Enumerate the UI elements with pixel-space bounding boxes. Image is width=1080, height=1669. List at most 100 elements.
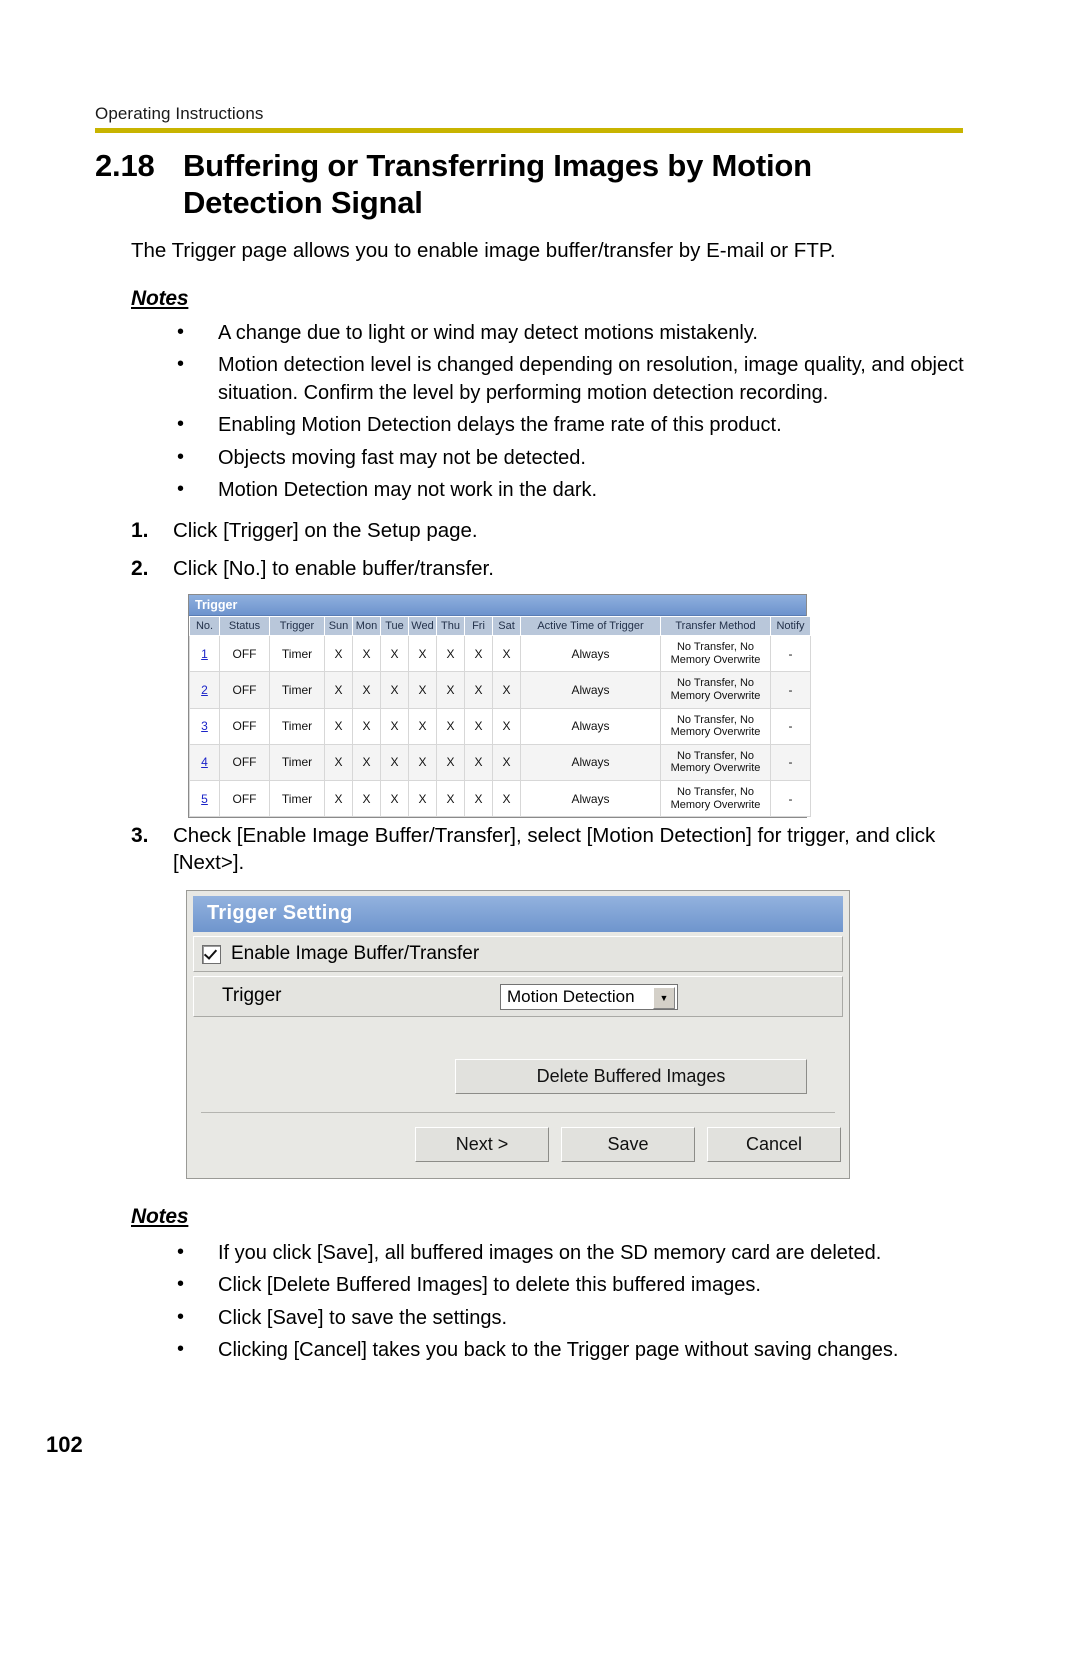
trigger-setting-title: Trigger Setting xyxy=(193,896,843,932)
row-trigger: Timer xyxy=(269,671,325,709)
trigger-select-value: Motion Detection xyxy=(507,986,635,1006)
row-sat: X xyxy=(492,634,521,673)
delete-button-area: Delete Buffered Images xyxy=(187,1017,849,1094)
row-notify: - xyxy=(770,743,811,782)
row-sun: X xyxy=(324,780,353,818)
row-wed: X xyxy=(408,780,437,818)
table-row: 1 OFF Timer X X X X X X X Always No Tran… xyxy=(189,634,811,673)
row-notify: - xyxy=(770,634,811,673)
trigger-label: Trigger xyxy=(193,976,494,1017)
row-tue: X xyxy=(380,707,409,745)
row-transfer-method: No Transfer, No Memory Overwrite xyxy=(660,707,771,745)
page-title: 2.18 Buffering or Transferring Images by … xyxy=(95,148,975,221)
list-item-text: A change due to light or wind may detect… xyxy=(218,322,758,344)
row-no-link[interactable]: 2 xyxy=(189,671,220,709)
list-item: • Click [Save] to save the settings. xyxy=(175,1305,975,1332)
row-wed: X xyxy=(408,743,437,782)
row-trigger: Timer xyxy=(269,634,325,673)
step-number: 2. xyxy=(131,557,149,580)
row-tue: X xyxy=(380,634,409,673)
step-text: Check [Enable Image Buffer/Transfer], se… xyxy=(173,824,936,875)
step-1: 1. Click [Trigger] on the Setup page. xyxy=(131,517,983,544)
notes-heading-2: Notes xyxy=(131,1205,189,1228)
row-no-link-text[interactable]: 3 xyxy=(201,719,208,733)
row-sun: X xyxy=(324,671,353,709)
list-item: • Enabling Motion Detection delays the fr… xyxy=(175,412,975,439)
row-no-link[interactable]: 3 xyxy=(189,707,220,745)
list-item-text: Objects moving fast may not be detected. xyxy=(218,446,586,469)
row-transfer-method: No Transfer, No Memory Overwrite xyxy=(660,671,771,709)
list-item: • Motion detection level is changed depen… xyxy=(175,352,975,407)
bullet-icon: • xyxy=(177,1273,185,1296)
row-tue: X xyxy=(380,743,409,782)
col-tue: Tue xyxy=(380,616,409,636)
row-notify: - xyxy=(770,780,811,818)
row-no-link-text[interactable]: 4 xyxy=(201,755,208,769)
row-fri: X xyxy=(464,671,493,709)
table-header-row: No. Status Trigger Sun Mon Tue Wed Thu F… xyxy=(189,616,811,636)
row-sun: X xyxy=(324,707,353,745)
row-thu: X xyxy=(436,707,465,745)
row-wed: X xyxy=(408,634,437,673)
row-tue: X xyxy=(380,671,409,709)
col-wed: Wed xyxy=(408,616,437,636)
bullet-icon: • xyxy=(177,1305,185,1328)
row-no-link[interactable]: 4 xyxy=(189,743,220,782)
list-item-text: Click [Delete Buffered Images] to delete… xyxy=(218,1274,761,1297)
intro-paragraph: The Trigger page allows you to enable im… xyxy=(131,239,836,262)
section-title-text: Buffering or Transferring Images by Moti… xyxy=(183,148,812,220)
trigger-field-wrap: Motion Detection ▼ xyxy=(494,976,843,1017)
save-button[interactable]: Save xyxy=(561,1127,695,1162)
page-number: 102 xyxy=(46,1432,83,1457)
step-3: 3. Check [Enable Image Buffer/Transfer], … xyxy=(131,822,983,877)
row-status: OFF xyxy=(219,671,270,709)
step-text: Click [Trigger] on the Setup page. xyxy=(173,519,478,542)
list-item: • Click [Delete Buffered Images] to delet… xyxy=(175,1272,975,1299)
row-status: OFF xyxy=(219,634,270,673)
col-mon: Mon xyxy=(352,616,381,636)
col-status: Status xyxy=(219,616,270,636)
step-number: 1. xyxy=(131,519,149,542)
row-active-time: Always xyxy=(520,634,661,673)
enable-buffer-transfer-row[interactable]: Enable Image Buffer/Transfer xyxy=(193,936,843,972)
bullet-icon: • xyxy=(177,353,185,376)
running-head: Operating Instructions xyxy=(95,104,264,123)
row-mon: X xyxy=(352,743,381,782)
col-active-time: Active Time of Trigger xyxy=(520,616,661,636)
bullet-icon: • xyxy=(177,321,185,343)
col-no: No. xyxy=(189,616,220,636)
row-thu: X xyxy=(436,671,465,709)
list-item: • Objects moving fast may not be detected… xyxy=(175,445,975,472)
row-thu: X xyxy=(436,743,465,782)
row-no-link-text[interactable]: 1 xyxy=(201,647,208,661)
row-sat: X xyxy=(492,707,521,745)
chevron-down-icon[interactable]: ▼ xyxy=(653,986,675,1009)
row-fri: X xyxy=(464,634,493,673)
checkbox-icon[interactable] xyxy=(202,944,221,964)
bullet-icon: • xyxy=(177,1241,185,1263)
row-status: OFF xyxy=(219,743,270,782)
trigger-row: Trigger Motion Detection ▼ xyxy=(193,976,843,1017)
next-button[interactable]: Next > xyxy=(415,1127,549,1162)
page: Operating Instructions 2.18 Buffering or … xyxy=(0,0,1080,1669)
row-no-link[interactable]: 1 xyxy=(189,634,220,673)
enable-buffer-transfer-label: Enable Image Buffer/Transfer xyxy=(231,943,480,964)
cancel-button[interactable]: Cancel xyxy=(707,1127,841,1162)
row-active-time: Always xyxy=(520,780,661,818)
row-no-link[interactable]: 5 xyxy=(189,780,220,818)
row-no-link-text[interactable]: 5 xyxy=(201,792,208,806)
trigger-table: No. Status Trigger Sun Mon Tue Wed Thu F… xyxy=(189,616,811,818)
delete-buffered-images-button[interactable]: Delete Buffered Images xyxy=(455,1059,807,1094)
section-number: 2.18 xyxy=(95,148,155,183)
row-fri: X xyxy=(464,780,493,818)
trigger-select[interactable]: Motion Detection ▼ xyxy=(500,983,678,1010)
list-item-text: Click [Save] to save the settings. xyxy=(218,1306,508,1329)
row-trigger: Timer xyxy=(269,780,325,818)
list-item: • Motion Detection may not work in the da… xyxy=(175,477,975,504)
row-no-link-text[interactable]: 2 xyxy=(201,683,208,697)
list-item-text: Motion detection level is changed depend… xyxy=(218,354,964,404)
row-active-time: Always xyxy=(520,671,661,709)
step-number: 3. xyxy=(131,824,149,847)
table-row: 5 OFF Timer X X X X X X X Always No Tran… xyxy=(189,780,811,818)
table-row: 2 OFF Timer X X X X X X X Always No Tran… xyxy=(189,671,811,709)
